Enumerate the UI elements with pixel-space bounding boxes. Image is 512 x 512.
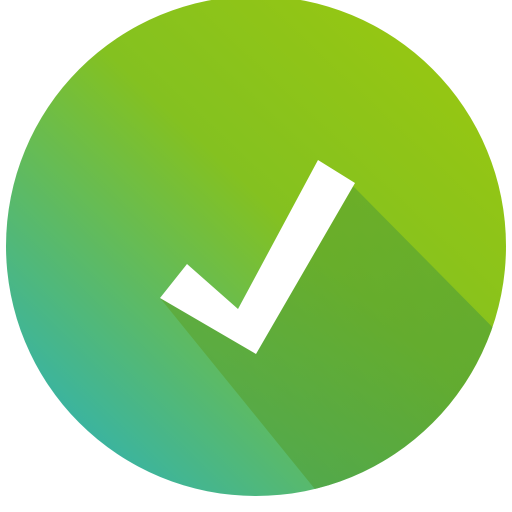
icon-stage: [0, 0, 512, 512]
checkmark-badge: [6, 0, 506, 496]
